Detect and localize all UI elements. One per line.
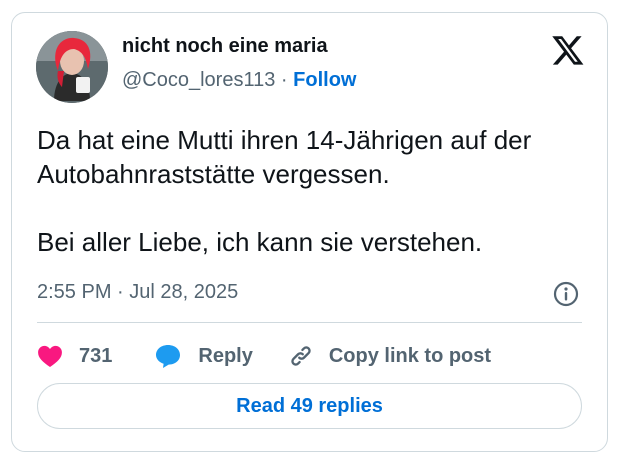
reply-label: Reply xyxy=(198,344,253,367)
info-icon[interactable] xyxy=(553,281,579,307)
x-logo-icon[interactable] xyxy=(551,33,585,67)
like-count: 731 xyxy=(79,344,113,367)
tweet-text: Da hat eine Mutti ihren 14-Jährigen auf … xyxy=(37,123,587,259)
copy-link-button[interactable]: Copy link to post xyxy=(287,342,491,370)
like-button[interactable]: 731 xyxy=(37,344,112,368)
copy-link-label: Copy link to post xyxy=(328,344,492,367)
author-name[interactable]: nicht noch eine maria xyxy=(122,35,328,58)
divider xyxy=(37,322,582,323)
tweet-timestamp[interactable]: 2:55 PM · Jul 28, 2025 xyxy=(37,281,238,304)
reply-button[interactable]: Reply xyxy=(154,343,253,369)
read-replies-button[interactable]: Read 49 replies xyxy=(37,383,582,429)
author-handle-row: @Coco_lores113 · Follow xyxy=(122,69,356,92)
avatar-image xyxy=(36,31,108,103)
link-icon xyxy=(291,346,311,366)
speech-bubble-icon xyxy=(156,345,181,368)
follow-button[interactable]: Follow xyxy=(293,69,356,91)
avatar[interactable] xyxy=(36,31,108,103)
tweet-paragraph: Bei aller Liebe, ich kann sie verstehen. xyxy=(37,227,483,257)
author-handle[interactable]: @Coco_lores113 xyxy=(122,69,275,91)
tweet-paragraph: Da hat eine Mutti ihren 14-Jährigen auf … xyxy=(37,125,532,189)
action-bar: 731 Reply Copy link to post xyxy=(37,341,491,371)
handle-separator: · xyxy=(280,69,288,91)
tweet-card: nicht noch eine maria @Coco_lores113 · F… xyxy=(11,12,608,452)
heart-icon xyxy=(38,345,62,368)
